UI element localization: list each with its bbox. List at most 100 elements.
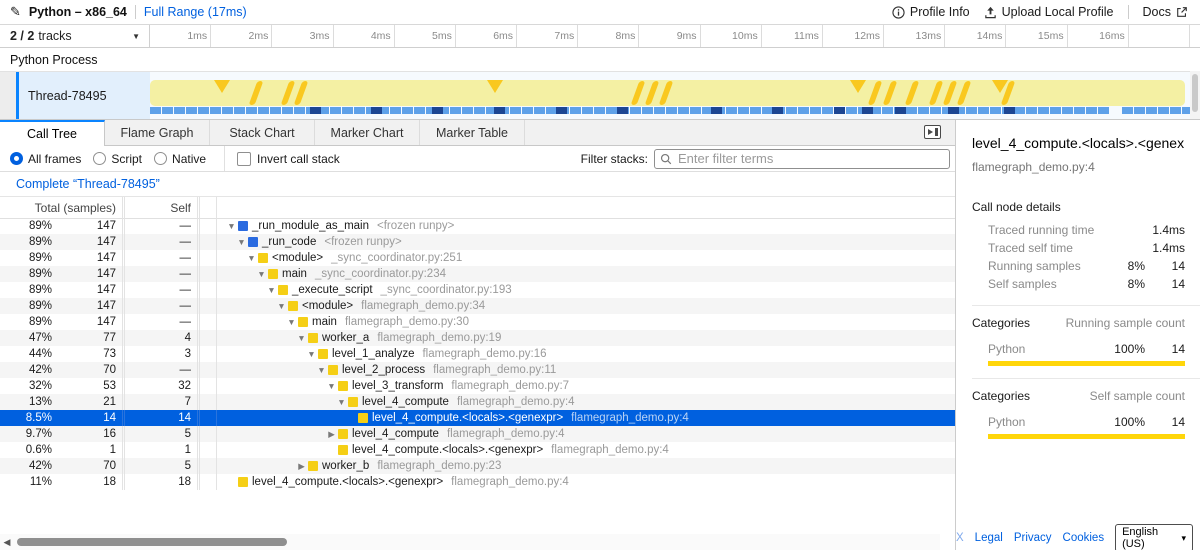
thread-activity-graph[interactable]: [150, 72, 1185, 119]
table-row[interactable]: 89%147—▼_execute_script_sync_coordinator…: [0, 282, 955, 298]
edit-pencil-icon[interactable]: ✎: [10, 4, 21, 20]
radio-script[interactable]: [93, 152, 106, 165]
sample-segment-dark: [494, 107, 505, 114]
language-select[interactable]: English (US) ▾: [1115, 524, 1193, 550]
sample-segment: [1026, 107, 1037, 114]
function-name: level_4_compute: [362, 394, 449, 410]
sample-segment: [738, 107, 749, 114]
expand-arrow-down-icon[interactable]: ▼: [275, 298, 288, 314]
table-row[interactable]: 44%733▼level_1_analyzeflamegraph_demo.py…: [0, 346, 955, 362]
divider: [1128, 5, 1129, 19]
table-row[interactable]: 11%1818level_4_compute.<locals>.<genexpr…: [0, 474, 955, 490]
tab-stack-chart[interactable]: Stack Chart: [210, 120, 315, 145]
table-row[interactable]: 89%147—▼mainflamegraph_demo.py:30: [0, 314, 955, 330]
expand-arrow-right-icon[interactable]: ▶: [325, 426, 338, 442]
category-square-icon: [298, 317, 308, 327]
expand-arrow-down-icon[interactable]: ▼: [285, 314, 298, 330]
column-header-self[interactable]: Self: [125, 197, 197, 218]
sample-segment: [258, 107, 269, 114]
expand-arrow-down-icon[interactable]: ▼: [295, 330, 308, 346]
horizontal-scrollbar[interactable]: ◀: [0, 534, 940, 550]
indent-spacer: [217, 242, 235, 243]
tab-marker-table[interactable]: Marker Table: [420, 120, 525, 145]
filter-stacks-searchbox[interactable]: [654, 149, 950, 169]
cell-total-samples: 32%53: [0, 378, 122, 394]
table-row[interactable]: 9.7%165▶level_4_computeflamegraph_demo.p…: [0, 426, 955, 442]
table-row[interactable]: 89%147—▼<module>flamegraph_demo.py:34: [0, 298, 955, 314]
table-row[interactable]: 0.6%11level_4_compute.<locals>.<genexpr>…: [0, 442, 955, 458]
sample-segment: [354, 107, 365, 114]
tracks-dropdown[interactable]: 2 / 2 tracks ▼: [0, 25, 150, 47]
cell-icon-gap: [200, 378, 216, 394]
table-row[interactable]: 8.5%1414level_4_compute.<locals>.<genexp…: [0, 410, 955, 426]
expand-arrow-down-icon[interactable]: ▼: [315, 362, 328, 378]
invert-call-stack-checkbox[interactable]: [237, 152, 251, 166]
indent-spacer: [217, 322, 285, 323]
radio-native[interactable]: [154, 152, 167, 165]
function-file: flamegraph_demo.py:4: [551, 442, 669, 458]
tab-call-tree[interactable]: Call Tree: [0, 120, 105, 146]
upload-profile-button[interactable]: Upload Local Profile: [984, 5, 1114, 19]
thread-track-label[interactable]: Thread-78495: [19, 72, 150, 119]
profile-title-group: ✎ Python – x86_64 Full Range (17ms): [0, 4, 247, 20]
expand-arrow-down-icon[interactable]: ▼: [265, 282, 278, 298]
expand-arrow-right-icon[interactable]: ▶: [295, 458, 308, 474]
time-tick: [1129, 25, 1190, 47]
total-count: 21: [52, 394, 122, 410]
profile-info-button[interactable]: Profile Info: [892, 5, 970, 19]
sample-segment: [786, 107, 797, 114]
sample-segment: [570, 107, 581, 114]
invert-call-stack-label[interactable]: Invert call stack: [257, 152, 340, 166]
sample-segment: [210, 107, 221, 114]
table-row[interactable]: 13%217▼level_4_computeflamegraph_demo.py…: [0, 394, 955, 410]
cell-self: 14: [125, 410, 197, 426]
total-count: 70: [52, 362, 122, 378]
table-row[interactable]: 89%147—▼<module>_sync_coordinator.py:251: [0, 250, 955, 266]
table-row[interactable]: 42%70—▼level_2_processflamegraph_demo.py…: [0, 362, 955, 378]
expand-arrow-down-icon[interactable]: ▼: [245, 250, 258, 266]
tab-marker-chart[interactable]: Marker Chart: [315, 120, 420, 145]
process-track-header[interactable]: Python Process: [0, 48, 1200, 72]
cell-self: 32: [125, 378, 197, 394]
expand-arrow-down-icon[interactable]: ▼: [225, 218, 238, 234]
expand-arrow-down-icon[interactable]: ▼: [255, 266, 268, 282]
docs-link[interactable]: Docs: [1143, 5, 1188, 19]
tracks-vertical-scrollbar-thumb[interactable]: [1192, 74, 1198, 112]
expand-arrow-down-icon[interactable]: ▼: [305, 346, 318, 362]
category-square-icon: [308, 461, 318, 471]
tracks-vertical-scrollbar[interactable]: [1190, 71, 1200, 119]
table-row[interactable]: 32%5332▼level_3_transformflamegraph_demo…: [0, 378, 955, 394]
table-row[interactable]: 89%147—▼main_sync_coordinator.py:234: [0, 266, 955, 282]
footer-link-privacy[interactable]: Privacy: [1014, 532, 1052, 544]
time-tick: 5ms: [395, 25, 456, 47]
sidebar-toggle-icon[interactable]: [924, 125, 941, 139]
scroll-left-arrow-icon[interactable]: ◀: [0, 537, 14, 548]
radio-label-native[interactable]: Native: [172, 152, 206, 166]
table-row[interactable]: 47%774▼worker_aflamegraph_demo.py:19: [0, 330, 955, 346]
thread-track[interactable]: Thread-78495: [0, 72, 1200, 120]
table-row[interactable]: 89%147—▼_run_module_as_main<frozen runpy…: [0, 218, 955, 234]
column-header-total[interactable]: Total (samples): [0, 197, 122, 218]
radio-label-script[interactable]: Script: [111, 152, 142, 166]
stat-label: Self samples: [988, 277, 1103, 291]
filter-stacks-input[interactable]: [676, 150, 949, 167]
total-count: 147: [52, 250, 122, 266]
expand-arrow-down-icon[interactable]: ▼: [325, 378, 338, 394]
tab-flame-graph[interactable]: Flame Graph: [105, 120, 210, 145]
radio-label-all-frames[interactable]: All frames: [28, 152, 81, 166]
stat-value: 1.4ms: [1145, 223, 1185, 237]
sample-segment-dark: [617, 107, 628, 114]
radio-all-frames[interactable]: [10, 152, 23, 165]
footer-link-cookies[interactable]: Cookies: [1063, 532, 1105, 544]
footer-x-link[interactable]: X: [956, 532, 964, 544]
expand-arrow-down-icon[interactable]: ▼: [335, 394, 348, 410]
full-range-button[interactable]: Full Range (17ms): [144, 5, 247, 19]
breadcrumb-complete-thread[interactable]: Complete “Thread-78495”: [16, 177, 160, 191]
table-row[interactable]: 89%147—▼_run_code<frozen runpy>: [0, 234, 955, 250]
table-row[interactable]: 42%705▶worker_bflamegraph_demo.py:23: [0, 458, 955, 474]
footer-link-legal[interactable]: Legal: [975, 532, 1003, 544]
indent-spacer: [217, 482, 225, 483]
horizontal-scrollbar-thumb[interactable]: [17, 538, 287, 546]
expand-arrow-down-icon[interactable]: ▼: [235, 234, 248, 250]
sample-segment: [474, 107, 485, 114]
